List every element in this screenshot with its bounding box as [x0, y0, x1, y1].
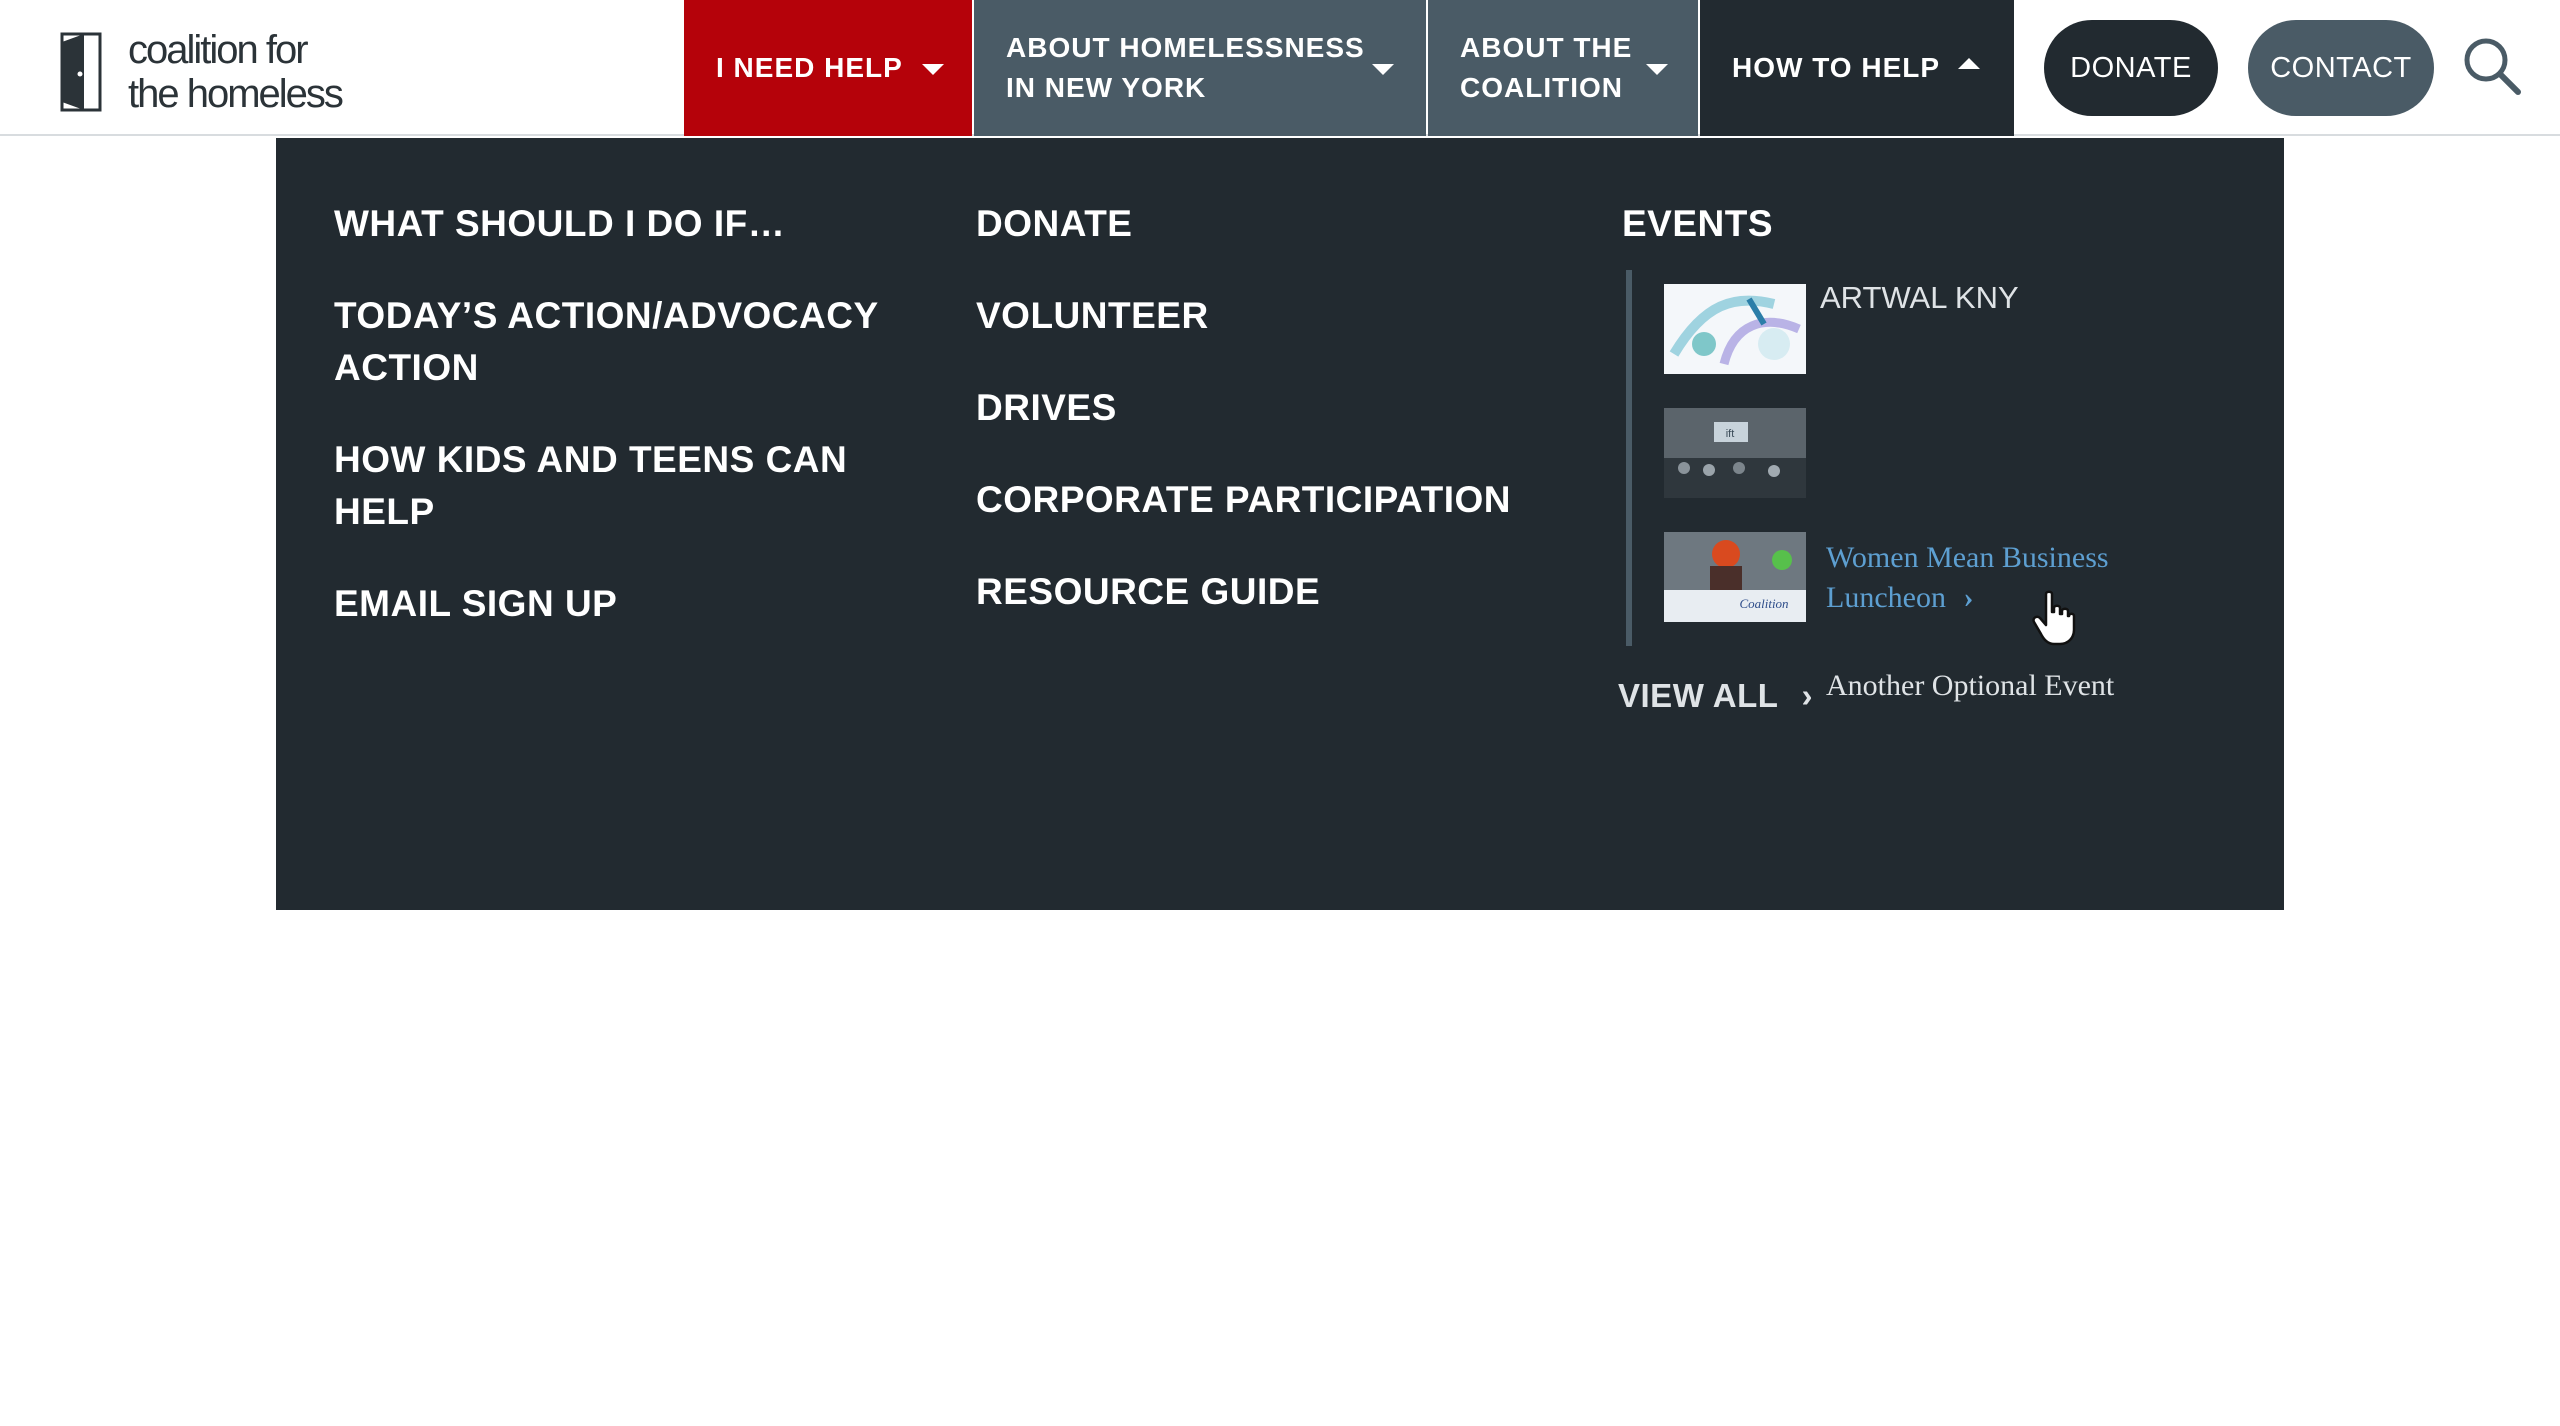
search-button[interactable] — [2462, 36, 2522, 96]
event-title-another-optional-event[interactable]: Another Optional Event — [1826, 666, 2114, 706]
how-to-help-mega-menu: WHAT SHOULD I DO IF… TODAY’S ACTION/ADVO… — [276, 138, 2284, 910]
site-header: coalition for the homeless I NEED HELP A… — [0, 0, 2560, 136]
nav-i-need-help-label: I NEED HELP — [716, 52, 903, 83]
nav-about-coalition-label: ABOUT THE COALITION — [1460, 28, 1632, 108]
nav-i-need-help[interactable]: I NEED HELP — [684, 0, 972, 136]
menu-link-how-kids-and-teens-can-help[interactable]: HOW KIDS AND TEENS CAN HELP — [334, 434, 847, 538]
menu-link-resource-guide[interactable]: RESOURCE GUIDE — [976, 566, 1320, 618]
logo-line-1: coalition for — [128, 28, 309, 72]
contact-button[interactable]: CONTACT — [2248, 20, 2434, 116]
menu-link-todays-action-line-1: TODAY’S ACTION/ADVOCACY — [334, 295, 879, 336]
menu-link-kids-line-2: HELP — [334, 491, 435, 532]
nav-about-homelessness-label: ABOUT HOMELESSNESS IN NEW YORK — [1006, 28, 1365, 108]
rally-image: Coalition — [1664, 532, 1806, 622]
door-icon — [60, 32, 102, 112]
nav-about-the-coalition[interactable]: ABOUT THE COALITION — [1428, 0, 1698, 136]
menu-link-todays-action-line-2: ACTION — [334, 347, 479, 388]
menu-link-what-should-i-do-if[interactable]: WHAT SHOULD I DO IF… — [334, 198, 785, 250]
menu-link-volunteer[interactable]: VOLUNTEER — [976, 290, 1209, 342]
menu-link-corporate-participation[interactable]: CORPORATE PARTICIPATION — [976, 474, 1511, 526]
menu-link-kids-line-1: HOW KIDS AND TEENS CAN — [334, 439, 848, 480]
hand-pointer-cursor-icon — [2032, 590, 2076, 646]
caret-down-icon — [922, 64, 944, 75]
event-thumbnail-women-mean-business[interactable]: ift — [1664, 408, 1806, 498]
luncheon-screen-text: ift — [1726, 428, 1735, 440]
nav-how-to-help[interactable]: HOW TO HELP — [1700, 0, 2014, 136]
caret-up-icon — [1958, 58, 1980, 69]
artwalk-image — [1664, 284, 1806, 374]
event-thumbnail-another-optional-event[interactable]: Coalition — [1664, 532, 1806, 622]
nav-about-homelessness[interactable]: ABOUT HOMELESSNESS IN NEW YORK — [974, 0, 1426, 136]
event-title-artwalk[interactable]: ARTWAL KNY — [1820, 278, 2019, 318]
view-all-label: VIEW ALL — [1618, 677, 1778, 714]
event-title-line-2: Luncheon — [1826, 581, 1946, 614]
caret-down-icon — [1372, 64, 1394, 75]
menu-link-drives[interactable]: DRIVES — [976, 382, 1117, 434]
rally-banner-text: Coalition — [1739, 596, 1788, 611]
chevron-right-icon: › — [1963, 581, 1974, 614]
search-icon — [2464, 38, 2521, 95]
menu-link-todays-action[interactable]: TODAY’S ACTION/ADVOCACY ACTION — [334, 290, 879, 394]
menu-link-email-sign-up[interactable]: EMAIL SIGN UP — [334, 578, 617, 630]
site-logo[interactable]: coalition for the homeless — [58, 28, 348, 118]
nav-about-homelessness-line-1: ABOUT HOMELESSNESS — [1006, 32, 1365, 63]
event-title-line-1: Women Mean Business — [1826, 541, 2109, 574]
logo-line-2: the homeless — [128, 72, 344, 116]
luncheon-image: ift — [1664, 408, 1806, 498]
view-all-events-link[interactable]: VIEW ALL › — [1618, 674, 1813, 718]
menu-link-donate[interactable]: DONATE — [976, 198, 1132, 250]
logo-wordmark: coalition for the homeless — [128, 28, 344, 116]
caret-down-icon — [1646, 64, 1668, 75]
events-divider — [1626, 270, 1632, 646]
events-heading: EVENTS — [1622, 203, 1774, 244]
nav-about-coalition-line-1: ABOUT THE — [1460, 32, 1633, 63]
event-thumbnail-artwalk[interactable] — [1664, 284, 1806, 374]
donate-button[interactable]: DONATE — [2044, 20, 2218, 116]
nav-how-to-help-label: HOW TO HELP — [1732, 52, 1941, 83]
nav-about-homelessness-line-2: IN NEW YORK — [1006, 72, 1207, 103]
chevron-right-icon: › — [1801, 677, 1814, 714]
nav-about-coalition-line-2: COALITION — [1460, 72, 1623, 103]
